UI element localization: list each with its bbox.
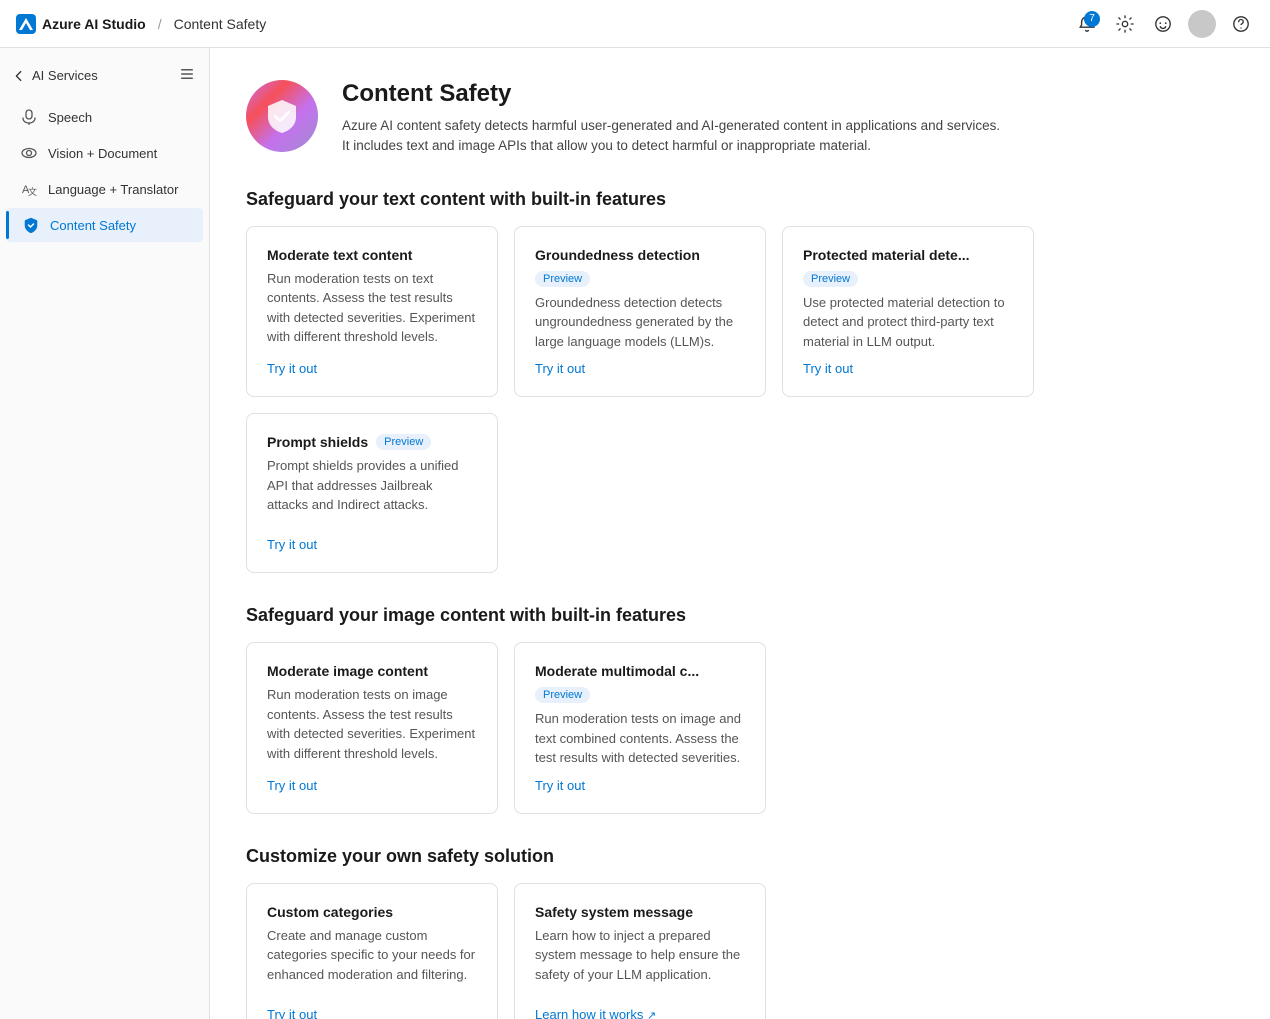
card-header: Custom categories bbox=[267, 904, 477, 920]
breadcrumb-label: Content Safety bbox=[174, 16, 267, 32]
card-title: Groundedness detection bbox=[535, 247, 700, 263]
back-to-ai-services-button[interactable]: AI Services bbox=[12, 64, 98, 87]
card-description: Use protected material detection to dete… bbox=[803, 293, 1013, 352]
text-cards-grid: Moderate text content Run moderation tes… bbox=[246, 226, 1234, 574]
sidebar-header: AI Services bbox=[0, 60, 209, 99]
back-arrow-icon bbox=[12, 69, 26, 83]
sidebar: AI Services Speech bbox=[0, 48, 210, 1019]
page-description: Azure AI content safety detects harmful … bbox=[342, 116, 1002, 157]
notification-count: 7 bbox=[1084, 11, 1100, 27]
try-it-out-link[interactable]: Try it out bbox=[535, 778, 745, 793]
header: Azure AI Studio / Content Safety 7 bbox=[0, 0, 1270, 48]
back-label: AI Services bbox=[32, 68, 98, 83]
external-link-icon: ↗ bbox=[647, 1010, 656, 1019]
page-title-block: Content Safety Azure AI content safety d… bbox=[342, 80, 1002, 157]
question-icon bbox=[1232, 15, 1250, 33]
smiley-icon bbox=[1154, 15, 1172, 33]
sidebar-item-label: Content Safety bbox=[50, 218, 136, 233]
sidebar-item-vision[interactable]: Vision + Document bbox=[6, 136, 203, 170]
safety-system-message-card: Safety system message Learn how to injec… bbox=[514, 883, 766, 1019]
learn-link-label: Learn how it works bbox=[535, 1007, 643, 1019]
image-section-title: Safeguard your image content with built-… bbox=[246, 605, 1234, 626]
card-header: Moderate image content bbox=[267, 663, 477, 679]
speech-icon bbox=[20, 108, 38, 126]
card-title: Protected material dete... bbox=[803, 247, 970, 263]
preview-badge: Preview bbox=[535, 687, 590, 703]
try-it-out-link[interactable]: Try it out bbox=[267, 537, 477, 552]
page-title: Content Safety bbox=[342, 80, 1002, 108]
card-description: Run moderation tests on text contents. A… bbox=[267, 269, 477, 352]
collapse-icon bbox=[179, 66, 195, 82]
card-title: Custom categories bbox=[267, 904, 393, 920]
svg-text:文: 文 bbox=[28, 186, 37, 197]
try-it-out-link[interactable]: Try it out bbox=[267, 778, 477, 793]
shield-icon bbox=[22, 216, 40, 234]
card-header: Moderate text content bbox=[267, 247, 477, 263]
card-description: Create and manage custom categories spec… bbox=[267, 926, 477, 997]
try-it-out-link[interactable]: Try it out bbox=[267, 1007, 477, 1019]
sidebar-item-label: Language + Translator bbox=[48, 182, 178, 197]
logo-text: Azure AI Studio bbox=[42, 16, 146, 32]
preview-badge: Preview bbox=[376, 434, 431, 450]
card-description: Groundedness detection detects ungrounde… bbox=[535, 293, 745, 352]
logo-icon bbox=[16, 14, 36, 34]
active-indicator bbox=[6, 211, 9, 239]
main-content: Content Safety Azure AI content safety d… bbox=[210, 48, 1270, 1019]
card-title: Moderate text content bbox=[267, 247, 412, 263]
custom-cards-grid: Custom categories Create and manage cust… bbox=[246, 883, 1234, 1019]
app-logo: Azure AI Studio bbox=[16, 14, 146, 34]
notification-button[interactable]: 7 bbox=[1074, 11, 1100, 37]
avatar[interactable] bbox=[1188, 10, 1216, 38]
card-header: Prompt shields Preview bbox=[267, 434, 477, 450]
sidebar-item-language[interactable]: A 文 Language + Translator bbox=[6, 172, 203, 206]
app-layout: AI Services Speech bbox=[0, 48, 1270, 1019]
card-title: Moderate multimodal c... bbox=[535, 663, 699, 679]
sidebar-item-content-safety[interactable]: Content Safety bbox=[6, 208, 203, 242]
language-icon: A 文 bbox=[20, 180, 38, 198]
sidebar-item-label: Vision + Document bbox=[48, 146, 157, 161]
try-it-out-link[interactable]: Try it out bbox=[803, 361, 1013, 376]
page-header: Content Safety Azure AI content safety d… bbox=[246, 80, 1234, 157]
card-title: Safety system message bbox=[535, 904, 693, 920]
prompt-shields-card: Prompt shields Preview Prompt shields pr… bbox=[246, 413, 498, 573]
groundedness-detection-card: Groundedness detection Preview Groundedn… bbox=[514, 226, 766, 398]
moderate-text-card: Moderate text content Run moderation tes… bbox=[246, 226, 498, 398]
preview-badge: Preview bbox=[535, 271, 590, 287]
card-description: Run moderation tests on image and text c… bbox=[535, 709, 745, 768]
content-safety-shield-icon bbox=[264, 98, 300, 134]
moderate-image-card: Moderate image content Run moderation te… bbox=[246, 642, 498, 814]
sidebar-item-label: Speech bbox=[48, 110, 92, 125]
sidebar-collapse-button[interactable] bbox=[177, 64, 197, 87]
moderate-multimodal-card: Moderate multimodal c... Preview Run mod… bbox=[514, 642, 766, 814]
feedback-button[interactable] bbox=[1150, 11, 1176, 37]
card-title: Moderate image content bbox=[267, 663, 428, 679]
custom-categories-card: Custom categories Create and manage cust… bbox=[246, 883, 498, 1019]
image-cards-grid: Moderate image content Run moderation te… bbox=[246, 642, 1234, 814]
card-description: Prompt shields provides a unified API th… bbox=[267, 456, 477, 527]
card-title: Prompt shields bbox=[267, 434, 368, 450]
try-it-out-link[interactable]: Try it out bbox=[535, 361, 745, 376]
card-description: Run moderation tests on image contents. … bbox=[267, 685, 477, 768]
gear-icon bbox=[1116, 15, 1134, 33]
vision-icon bbox=[20, 144, 38, 162]
breadcrumb-separator: / bbox=[158, 16, 162, 32]
header-actions: 7 bbox=[1074, 10, 1254, 38]
learn-how-it-works-link[interactable]: Learn how it works ↗ bbox=[535, 1007, 745, 1019]
try-it-out-link[interactable]: Try it out bbox=[267, 361, 477, 376]
help-button[interactable] bbox=[1228, 11, 1254, 37]
protected-material-card: Protected material dete... Preview Use p… bbox=[782, 226, 1034, 398]
card-header: Safety system message bbox=[535, 904, 745, 920]
card-header: Protected material dete... Preview bbox=[803, 247, 1013, 287]
card-header: Moderate multimodal c... Preview bbox=[535, 663, 745, 703]
card-header: Groundedness detection Preview bbox=[535, 247, 745, 287]
page-icon bbox=[246, 80, 318, 152]
settings-button[interactable] bbox=[1112, 11, 1138, 37]
card-description: Learn how to inject a prepared system me… bbox=[535, 926, 745, 997]
custom-section-title: Customize your own safety solution bbox=[246, 846, 1234, 867]
sidebar-item-speech[interactable]: Speech bbox=[6, 100, 203, 134]
text-section-title: Safeguard your text content with built-i… bbox=[246, 189, 1234, 210]
preview-badge: Preview bbox=[803, 271, 858, 287]
